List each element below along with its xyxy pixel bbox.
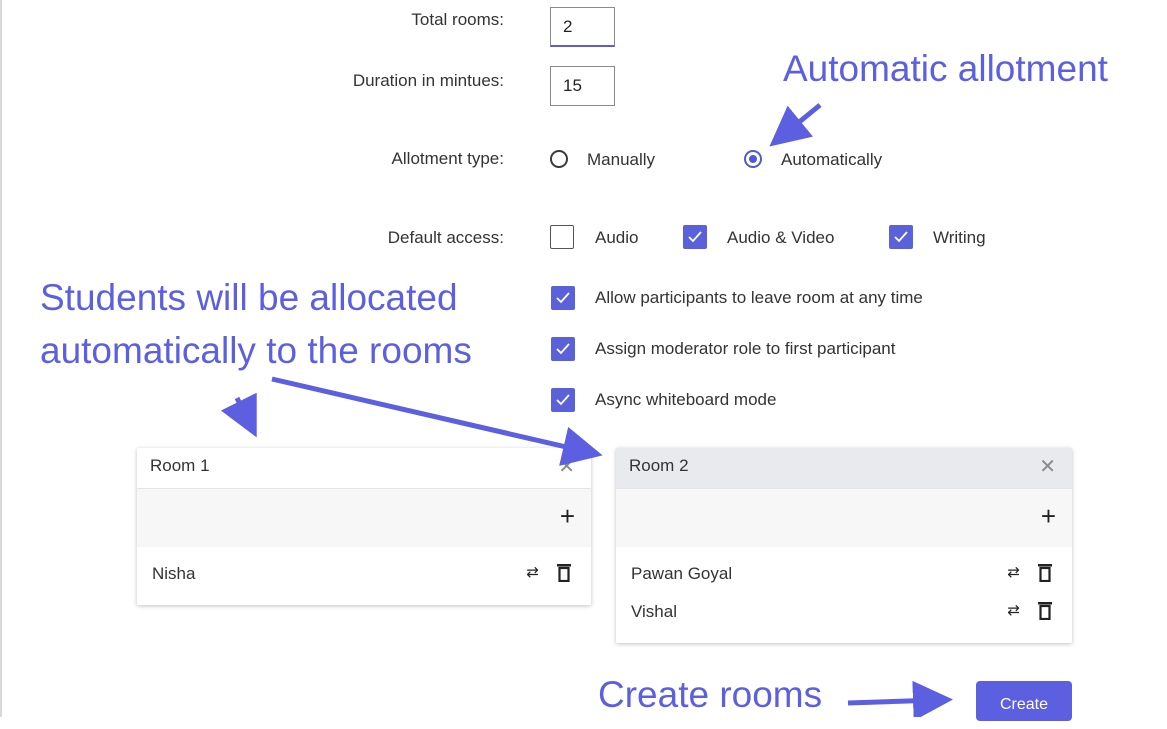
room-header: Room 2 ✕ bbox=[616, 448, 1072, 489]
close-icon[interactable]: ✕ bbox=[558, 457, 575, 477]
radio-manually-label: Manually bbox=[587, 150, 656, 169]
writing-label: Writing bbox=[933, 228, 986, 247]
moderator-role-label: Assign moderator role to first participa… bbox=[595, 339, 896, 358]
participant-name: Vishal bbox=[631, 602, 677, 621]
check-icon bbox=[556, 292, 570, 304]
moderator-role-checkbox[interactable] bbox=[551, 337, 575, 361]
check-icon bbox=[556, 343, 570, 355]
room-card-1: Room 1 ✕ + Nisha ⇄ bbox=[137, 448, 591, 605]
participant-row: Nisha ⇄ bbox=[137, 555, 591, 593]
room-header: Room 1 ✕ bbox=[137, 448, 591, 489]
total-rooms-label: Total rooms: bbox=[411, 10, 504, 29]
leave-room-checkbox[interactable] bbox=[551, 286, 575, 310]
radio-manually[interactable] bbox=[550, 150, 568, 168]
trash-icon[interactable] bbox=[1038, 602, 1052, 620]
duration-input[interactable] bbox=[550, 66, 615, 106]
check-icon bbox=[688, 231, 702, 243]
annotation-students-line1: Students will be allocated bbox=[40, 277, 458, 318]
annotation-automatic-allotment: Automatic allotment bbox=[783, 48, 1108, 89]
audio-checkbox[interactable] bbox=[550, 225, 574, 249]
audio-video-label: Audio & Video bbox=[727, 228, 835, 247]
close-icon[interactable]: ✕ bbox=[1039, 457, 1056, 477]
trash-icon[interactable] bbox=[557, 564, 571, 582]
swap-icon[interactable]: ⇄ bbox=[1007, 601, 1020, 619]
async-whiteboard-checkbox[interactable] bbox=[551, 388, 575, 412]
async-whiteboard-label: Async whiteboard mode bbox=[595, 390, 777, 409]
participant-name: Nisha bbox=[152, 564, 196, 583]
leave-room-label: Allow participants to leave room at any … bbox=[595, 288, 923, 307]
arrow-to-room-2 bbox=[271, 376, 603, 466]
room-title: Room 2 bbox=[629, 456, 689, 475]
participant-row: Vishal ⇄ bbox=[616, 593, 1072, 631]
check-icon bbox=[556, 394, 570, 406]
audio-label: Audio bbox=[595, 228, 639, 247]
audio-video-checkbox[interactable] bbox=[683, 225, 707, 249]
arrow-to-automatically bbox=[769, 103, 822, 147]
arrow-to-create-button bbox=[847, 680, 953, 717]
room-card-2: Room 2 ✕ + Pawan Goyal ⇄ Vishal ⇄ bbox=[616, 448, 1072, 643]
room-title: Room 1 bbox=[150, 456, 210, 475]
duration-label: Duration in mintues: bbox=[352, 71, 504, 90]
radio-automatically-label: Automatically bbox=[781, 150, 883, 169]
add-participant-icon[interactable]: + bbox=[1041, 503, 1056, 529]
swap-icon[interactable]: ⇄ bbox=[526, 563, 539, 581]
panel-left-border bbox=[0, 0, 2, 717]
check-icon bbox=[894, 231, 908, 243]
room-add-row: + bbox=[616, 489, 1072, 547]
default-access-label: Default access: bbox=[387, 228, 504, 247]
annotation-students-line2: automatically to the rooms bbox=[40, 330, 472, 371]
total-rooms-input[interactable] bbox=[550, 7, 615, 47]
arrow-to-room-1 bbox=[220, 392, 257, 438]
trash-icon[interactable] bbox=[1038, 564, 1052, 582]
radio-automatically[interactable] bbox=[744, 150, 762, 168]
allotment-type-label: Allotment type: bbox=[391, 149, 504, 168]
annotation-create-rooms: Create rooms bbox=[598, 674, 823, 715]
participant-row: Pawan Goyal ⇄ bbox=[616, 555, 1072, 593]
room-add-row: + bbox=[137, 489, 591, 547]
create-button[interactable]: Create bbox=[976, 681, 1072, 721]
swap-icon[interactable]: ⇄ bbox=[1007, 563, 1020, 581]
writing-checkbox[interactable] bbox=[889, 225, 913, 249]
add-participant-icon[interactable]: + bbox=[560, 503, 575, 529]
participant-name: Pawan Goyal bbox=[631, 564, 733, 583]
